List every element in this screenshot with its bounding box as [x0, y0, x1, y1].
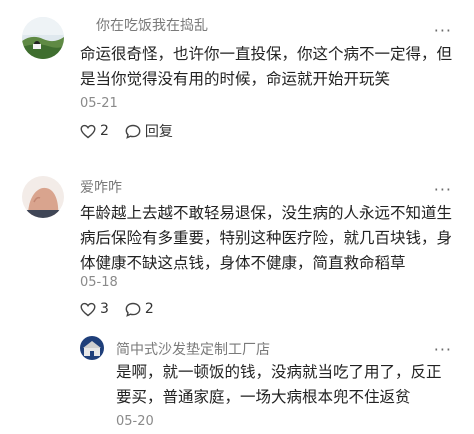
comment-text: 是啊，就一顿饭的钱，没病就当吃了用了，反正 要买，普通家庭，一场大病根本兜不住返… — [116, 360, 442, 410]
like-count: 3 — [100, 301, 109, 317]
hand-avatar-icon — [22, 176, 64, 218]
reply-button[interactable]: 回复 — [125, 121, 173, 141]
avatar[interactable] — [80, 336, 104, 360]
text-fade-overlay — [404, 384, 474, 410]
comment-line: 命运很奇怪，也许你一直投保，你这个病不一定得，但 — [80, 45, 453, 63]
comment-text: 年龄越上去越不敢轻易退保，没生病的人永远不知道生 病后保险有多重要，特别这种医疗… — [80, 201, 452, 276]
comment-line: 年龄越上去越不敢轻易退保，没生病的人永远不知道生 — [80, 204, 453, 222]
heart-icon — [80, 124, 96, 138]
like-count: 2 — [100, 123, 109, 139]
more-options-icon[interactable]: ··· — [434, 342, 452, 358]
comment-line: 病后保险有多重要，特别这种医疗险，就几百块钱，身 — [80, 229, 453, 247]
landscape-avatar-icon — [22, 17, 64, 59]
comment-line: 体健康不缺这点钱，身体不健康，简直救命稻草 — [80, 254, 406, 272]
comment-line: 要买，普通家庭，一场大病根本兜不住返贫 — [116, 388, 411, 406]
comment-bubble-icon — [125, 302, 141, 317]
comment-bubble-icon — [125, 124, 141, 139]
more-options-icon[interactable]: ··· — [434, 23, 452, 39]
comment-line: 是啊，就一顿饭的钱，没病就当吃了用了，反正 — [116, 363, 442, 381]
username[interactable]: 简中式沙发垫定制工厂店 — [116, 339, 270, 359]
reply-button[interactable]: 2 — [125, 301, 154, 317]
username[interactable]: 你在吃饭我在捣乱 — [96, 15, 208, 35]
comment-actions: 3 2 — [80, 301, 170, 317]
avatar[interactable] — [22, 176, 64, 218]
comment-line: 是当你觉得没有用的时候，命运就开始开玩笑 — [80, 70, 391, 88]
avatar[interactable] — [22, 17, 64, 59]
username[interactable]: 爱咋咋 — [80, 177, 122, 197]
comment-actions: 2 回复 — [80, 121, 189, 141]
comment-text: 命运很奇怪，也许你一直投保，你这个病不一定得，但 是当你觉得没有用的时候，命运就… — [80, 42, 452, 92]
comment-date: 05-18 — [80, 275, 118, 290]
comment-date: 05-21 — [80, 96, 118, 111]
reply-count: 2 — [144, 301, 154, 317]
comment-date: 05-20 — [116, 414, 154, 429]
building-avatar-icon — [80, 336, 104, 360]
heart-icon — [80, 302, 96, 316]
like-button[interactable]: 2 — [80, 123, 109, 139]
reply-label: 回复 — [144, 124, 173, 140]
like-button[interactable]: 3 — [80, 301, 109, 317]
more-options-icon[interactable]: ··· — [434, 182, 452, 198]
